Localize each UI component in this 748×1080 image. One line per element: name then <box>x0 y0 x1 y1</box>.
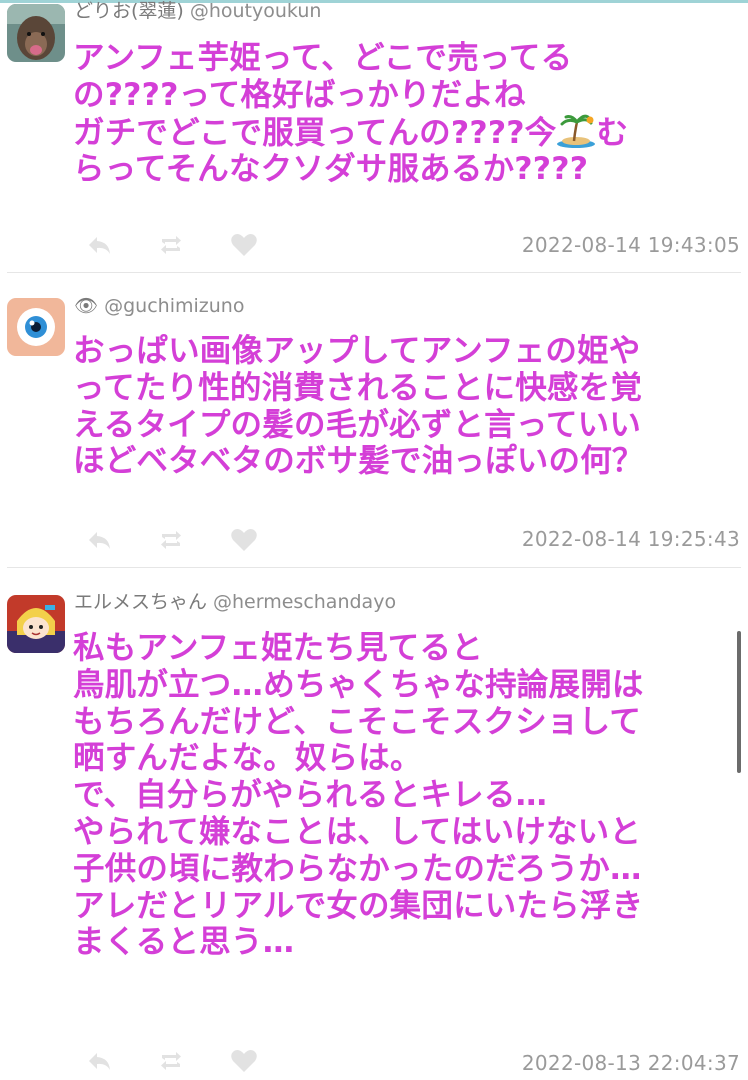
tweet-line: アンフェ芋姫って、どこで売ってる <box>73 40 573 76</box>
like-heart-icon[interactable] <box>229 525 259 555</box>
tweet-line: で、自分らがやられるとキレる… <box>73 777 548 814</box>
desert-island-icon <box>556 114 596 148</box>
avatar[interactable] <box>7 298 65 356</box>
display-name[interactable]: どりお(翠蓮) <box>74 0 184 22</box>
tweet-card[interactable]: 👁 @guchimizuno おっぱい画像アップしてアンフェの姫や ってたり性的消… <box>0 273 748 565</box>
reply-icon[interactable] <box>84 525 114 555</box>
tweet-line: 子供の頃に教わらなかったのだろうか… <box>73 850 642 887</box>
tweet-card[interactable]: どりお(翠蓮) @houtyoukun アンフェ芋姫って、どこで売ってる の???… <box>0 0 748 272</box>
user-handle[interactable]: @hermeschandayo <box>213 591 396 613</box>
tweet-text: 私もアンフェ姫たち見てると 鳥肌が立つ…めちゃくちゃな持論展開は もちろんだけど… <box>73 630 741 961</box>
author-row: どりお(翠蓮) @houtyoukun <box>74 0 321 24</box>
retweet-icon[interactable] <box>156 525 186 555</box>
tweet-line: やられて嫌なことは、してはいけないと <box>73 813 642 850</box>
tweet-line: の????って格好ばっかりだよね <box>73 76 526 113</box>
tweet-line-with-emoji: ガチでどこで服買ってんの????今 む <box>73 114 741 152</box>
tweet-line: 晒すんだよな。奴らは。 <box>73 740 422 777</box>
retweet-icon[interactable] <box>156 1046 186 1076</box>
tweet-line: ガチでどこで服買ってんの????今 <box>73 114 557 151</box>
tweet-line: おっぱい画像アップしてアンフェの姫や <box>73 333 641 369</box>
timestamp: 2022-08-14 19:43:05 <box>521 233 740 257</box>
tweet-line: らってそんなクソダサ服あるか???? <box>73 151 589 188</box>
tweet-line: ほどベタベタのボサ髪で油っぽいの何？ <box>73 443 644 480</box>
timestamp: 2022-08-14 19:25:43 <box>521 527 740 551</box>
tweet-line: む <box>596 114 629 151</box>
author-row: エルメスちゃん @hermeschandayo <box>74 589 396 615</box>
tweet-line: まくると思う… <box>73 924 295 961</box>
tweet-line: えるタイプの髪の毛が必ずと言っていい <box>73 406 642 443</box>
display-name[interactable]: エルメスちゃん <box>74 591 207 613</box>
avatar[interactable] <box>7 595 65 653</box>
like-heart-icon[interactable] <box>229 1046 259 1076</box>
retweet-icon[interactable] <box>156 230 186 260</box>
scrollbar[interactable] <box>737 631 741 773</box>
reply-icon[interactable] <box>84 230 114 260</box>
timestamp: 2022-08-13 22:04:37 <box>521 1051 740 1075</box>
tweet-line: もちろんだけど、こそこそスクショして <box>73 703 642 740</box>
tweet-text: アンフェ芋姫って、どこで売ってる の????って格好ばっかりだよね ガチでどこで… <box>73 40 741 188</box>
author-row: 👁 @guchimizuno <box>74 293 244 319</box>
reply-icon[interactable] <box>84 1046 114 1076</box>
tweet-line: ってたり性的消費されることに快感を覚 <box>73 369 643 406</box>
tweet-text: おっぱい画像アップしてアンフェの姫や ってたり性的消費されることに快感を覚 える… <box>73 333 741 480</box>
tweet-line: アレだとリアルで女の集団にいたら浮き <box>73 887 644 924</box>
like-heart-icon[interactable] <box>229 230 259 260</box>
tweet-line: 私もアンフェ姫たち見てると <box>73 630 483 666</box>
avatar[interactable] <box>7 4 65 62</box>
user-handle[interactable]: @houtyoukun <box>190 0 322 22</box>
display-name[interactable]: 👁 <box>74 295 98 317</box>
user-handle[interactable]: @guchimizuno <box>104 295 244 317</box>
tweet-card[interactable]: エルメスちゃん @hermeschandayo 私もアンフェ姫たち見てると 鳥肌が… <box>0 568 748 1080</box>
tweet-line: 鳥肌が立つ…めちゃくちゃな持論展開は <box>73 666 644 703</box>
